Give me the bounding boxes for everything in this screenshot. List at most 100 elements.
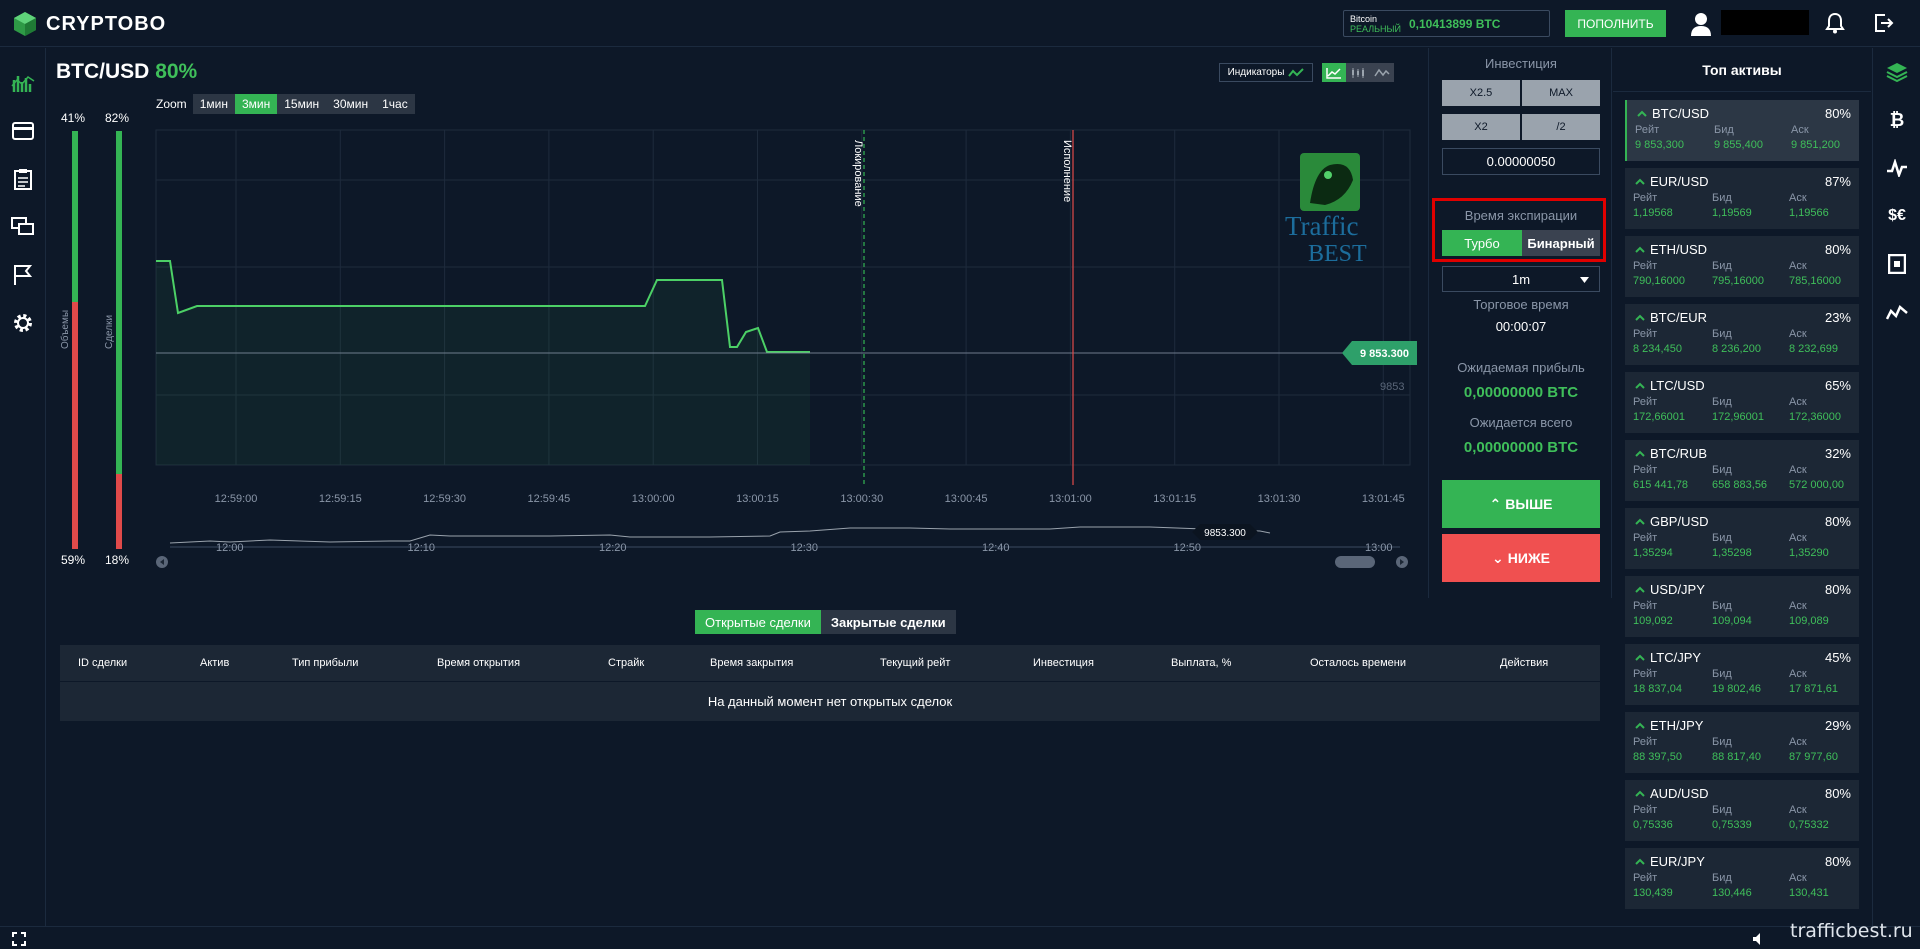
asset-card[interactable]: EUR/USD 87% Рейт 1,19568 Бид 1,19569 Аск 1,1956… bbox=[1625, 168, 1859, 229]
asset-bid-label: Бид bbox=[1712, 872, 1732, 884]
asset-rate-col: Рейт 88 397,50 bbox=[1633, 736, 1682, 763]
asset-card[interactable]: LTC/USD 65% Рейт 172,66001 Бид 172,96001 Аск 17… bbox=[1625, 372, 1859, 433]
asset-card[interactable]: EUR/JPY 80% Рейт 130,439 Бид 130,446 Аск 130,43… bbox=[1625, 848, 1859, 909]
deals-column-header[interactable]: Время открытия bbox=[437, 657, 520, 669]
volume-bar-green bbox=[72, 131, 78, 302]
tab-open-deals[interactable]: Открытые сделки bbox=[695, 610, 821, 634]
fullscreen-icon[interactable] bbox=[12, 932, 26, 946]
settings-icon[interactable] bbox=[10, 310, 36, 336]
price-chart[interactable]: Локирование Исполнение 9 853.300 9853 12… bbox=[150, 125, 1420, 505]
trade-time-value: 00:00:07 bbox=[1495, 319, 1547, 334]
zoom-1min[interactable]: 1мин bbox=[192, 94, 235, 114]
asset-rate: 172,66001 bbox=[1633, 411, 1685, 423]
expiry-binary-button[interactable]: Бинарный bbox=[1522, 230, 1600, 256]
asset-card[interactable]: AUD/USD 80% Рейт 0,75336 Бид 0,75339 Аск 0,7533… bbox=[1625, 780, 1859, 841]
deals-column-header[interactable]: Инвестиция bbox=[1033, 657, 1094, 669]
asset-ask: 130,431 bbox=[1789, 887, 1829, 899]
navigator-tick-label: 12:30 bbox=[791, 542, 819, 554]
candle-chart-button[interactable] bbox=[1346, 63, 1370, 82]
area-chart-button[interactable] bbox=[1370, 63, 1394, 82]
asset-rate: 18 837,04 bbox=[1633, 683, 1682, 695]
chart-navigator[interactable]: 12:00 12:10 12:20 12:30 12:40 12:50 13:00 9853… bbox=[150, 520, 1420, 570]
bitcoin-icon[interactable]: ₿ bbox=[1885, 108, 1909, 132]
chart-icon[interactable] bbox=[10, 70, 36, 96]
chevron-up-icon bbox=[1635, 654, 1645, 661]
logout-icon[interactable] bbox=[1872, 12, 1894, 34]
tournament-icon[interactable] bbox=[10, 262, 36, 288]
asset-card[interactable]: ETH/JPY 29% Рейт 88 397,50 Бид 88 817,40 Аск 87… bbox=[1625, 712, 1859, 773]
flag-icon bbox=[14, 265, 33, 285]
deals-column-header[interactable]: Выплата, % bbox=[1171, 657, 1231, 669]
investment-x25-button[interactable]: X2.5 bbox=[1442, 80, 1520, 106]
asset-card[interactable]: BTC/EUR 23% Рейт 8 234,450 Бид 8 236,200 Аск 8 … bbox=[1625, 304, 1859, 365]
zoom-1hour[interactable]: 1час bbox=[375, 94, 415, 114]
navigator-axis: 12:00 12:10 12:20 12:30 12:40 12:50 13:00 bbox=[216, 542, 1393, 554]
zoom-30min[interactable]: 30мин bbox=[326, 94, 376, 114]
call-up-button[interactable]: ⌃ ВЫШЕ bbox=[1442, 480, 1600, 528]
asset-rate: 0,75336 bbox=[1633, 819, 1673, 831]
asset-card[interactable]: GBP/USD 80% Рейт 1,35294 Бид 1,35298 Аск 1,3529… bbox=[1625, 508, 1859, 569]
layers-icon[interactable] bbox=[1885, 60, 1909, 84]
line-chart-button[interactable] bbox=[1322, 63, 1346, 82]
deals-column-header[interactable]: Страйк bbox=[608, 657, 644, 669]
investment-x2-button[interactable]: X2 bbox=[1442, 114, 1520, 140]
investment-input[interactable]: 0.00000050 bbox=[1442, 148, 1600, 175]
zoom-15min[interactable]: 15мин bbox=[277, 94, 327, 114]
asset-ask-label: Аск bbox=[1789, 804, 1807, 816]
deals-column-header[interactable]: Актив bbox=[200, 657, 229, 669]
deposit-button[interactable]: ПОПОЛНИТЬ bbox=[1565, 10, 1666, 37]
deals-bar bbox=[116, 131, 122, 549]
investment-max-button[interactable]: MAX bbox=[1522, 80, 1600, 106]
navigator-scroll-thumb[interactable] bbox=[1335, 556, 1375, 568]
user-avatar-icon[interactable] bbox=[1690, 12, 1712, 36]
asset-bid-label: Бид bbox=[1712, 396, 1732, 408]
expiry-turbo-button[interactable]: Турбо bbox=[1442, 230, 1522, 256]
deals-column-header[interactable]: ID сделки bbox=[78, 657, 127, 669]
asset-card[interactable]: BTC/USD 80% Рейт 9 853,300 Бид 9 855,400 Аск 9 … bbox=[1625, 100, 1859, 161]
asset-card[interactable]: BTC/RUB 32% Рейт 615 441,78 Бид 658 883,56 Аск… bbox=[1625, 440, 1859, 501]
deals-column-header[interactable]: Тип прибыли bbox=[292, 657, 358, 669]
bottom-bar bbox=[0, 926, 1920, 949]
trend-icon[interactable] bbox=[1885, 300, 1909, 324]
zoom-3min[interactable]: 3мин bbox=[234, 94, 278, 114]
balance-selector[interactable]: Bitcoin РЕАЛЬНЫЙ 0,10413899 BTC bbox=[1343, 10, 1550, 37]
sound-icon[interactable] bbox=[1752, 932, 1766, 946]
area-chart-icon bbox=[1374, 68, 1390, 76]
asset-ask: 9 851,200 bbox=[1791, 139, 1840, 151]
put-down-button[interactable]: ⌄ НИЖЕ bbox=[1442, 534, 1600, 582]
dollar-euro-icon[interactable]: $€ bbox=[1885, 204, 1909, 228]
asset-ask-col: Аск 572 000,00 bbox=[1789, 464, 1844, 491]
navigator-tick-label: 12:10 bbox=[408, 542, 436, 554]
asset-card[interactable]: LTC/JPY 45% Рейт 18 837,04 Бид 19 802,46 Аск 17… bbox=[1625, 644, 1859, 705]
asset-ask-col: Аск 130,431 bbox=[1789, 872, 1829, 899]
asset-name-text: AUD/USD bbox=[1650, 786, 1709, 801]
asset-card[interactable]: ETH/USD 80% Рейт 790,16000 Бид 795,16000 Аск 78… bbox=[1625, 236, 1859, 297]
candle-chart-icon bbox=[1352, 67, 1364, 78]
navigator-tick-label: 12:00 bbox=[216, 542, 244, 554]
deals-column-header[interactable]: Время закрытия bbox=[710, 657, 793, 669]
chat-icon[interactable] bbox=[10, 214, 36, 240]
top-bar: CRYPTOBO Bitcoin РЕАЛЬНЫЙ 0,10413899 BTC… bbox=[0, 0, 1920, 47]
deals-column-header[interactable]: Осталось времени bbox=[1310, 657, 1406, 669]
expiry-select[interactable]: 1m bbox=[1442, 266, 1600, 292]
x-tick-label: 12:59:15 bbox=[319, 493, 362, 505]
pulse-icon[interactable] bbox=[1885, 156, 1909, 180]
watermark-best: BEST bbox=[1308, 241, 1367, 267]
card-icon bbox=[12, 122, 34, 140]
document-icon[interactable] bbox=[10, 166, 36, 192]
logo[interactable]: CRYPTOBO bbox=[12, 10, 166, 38]
asset-name: ETH/JPY bbox=[1635, 718, 1703, 733]
asset-ask-label: Аск bbox=[1789, 192, 1807, 204]
box-icon[interactable] bbox=[1885, 252, 1909, 276]
deals-column-header[interactable]: Текущий рейт bbox=[880, 657, 950, 669]
tab-closed-deals[interactable]: Закрытые сделки bbox=[820, 610, 956, 634]
deals-column-header[interactable]: Действия bbox=[1500, 657, 1548, 669]
wallet-icon[interactable] bbox=[10, 118, 36, 144]
asset-card[interactable]: USD/JPY 80% Рейт 109,092 Бид 109,094 Аск 109,08… bbox=[1625, 576, 1859, 637]
investment-half-button[interactable]: /2 bbox=[1522, 114, 1600, 140]
indicators-button[interactable]: Индикаторы bbox=[1219, 63, 1313, 82]
bell-icon[interactable] bbox=[1824, 12, 1846, 34]
x-tick-label: 12:59:00 bbox=[215, 493, 258, 505]
asset-bid-col: Бид 658 883,56 bbox=[1712, 464, 1767, 491]
asset-ask-label: Аск bbox=[1789, 600, 1807, 612]
